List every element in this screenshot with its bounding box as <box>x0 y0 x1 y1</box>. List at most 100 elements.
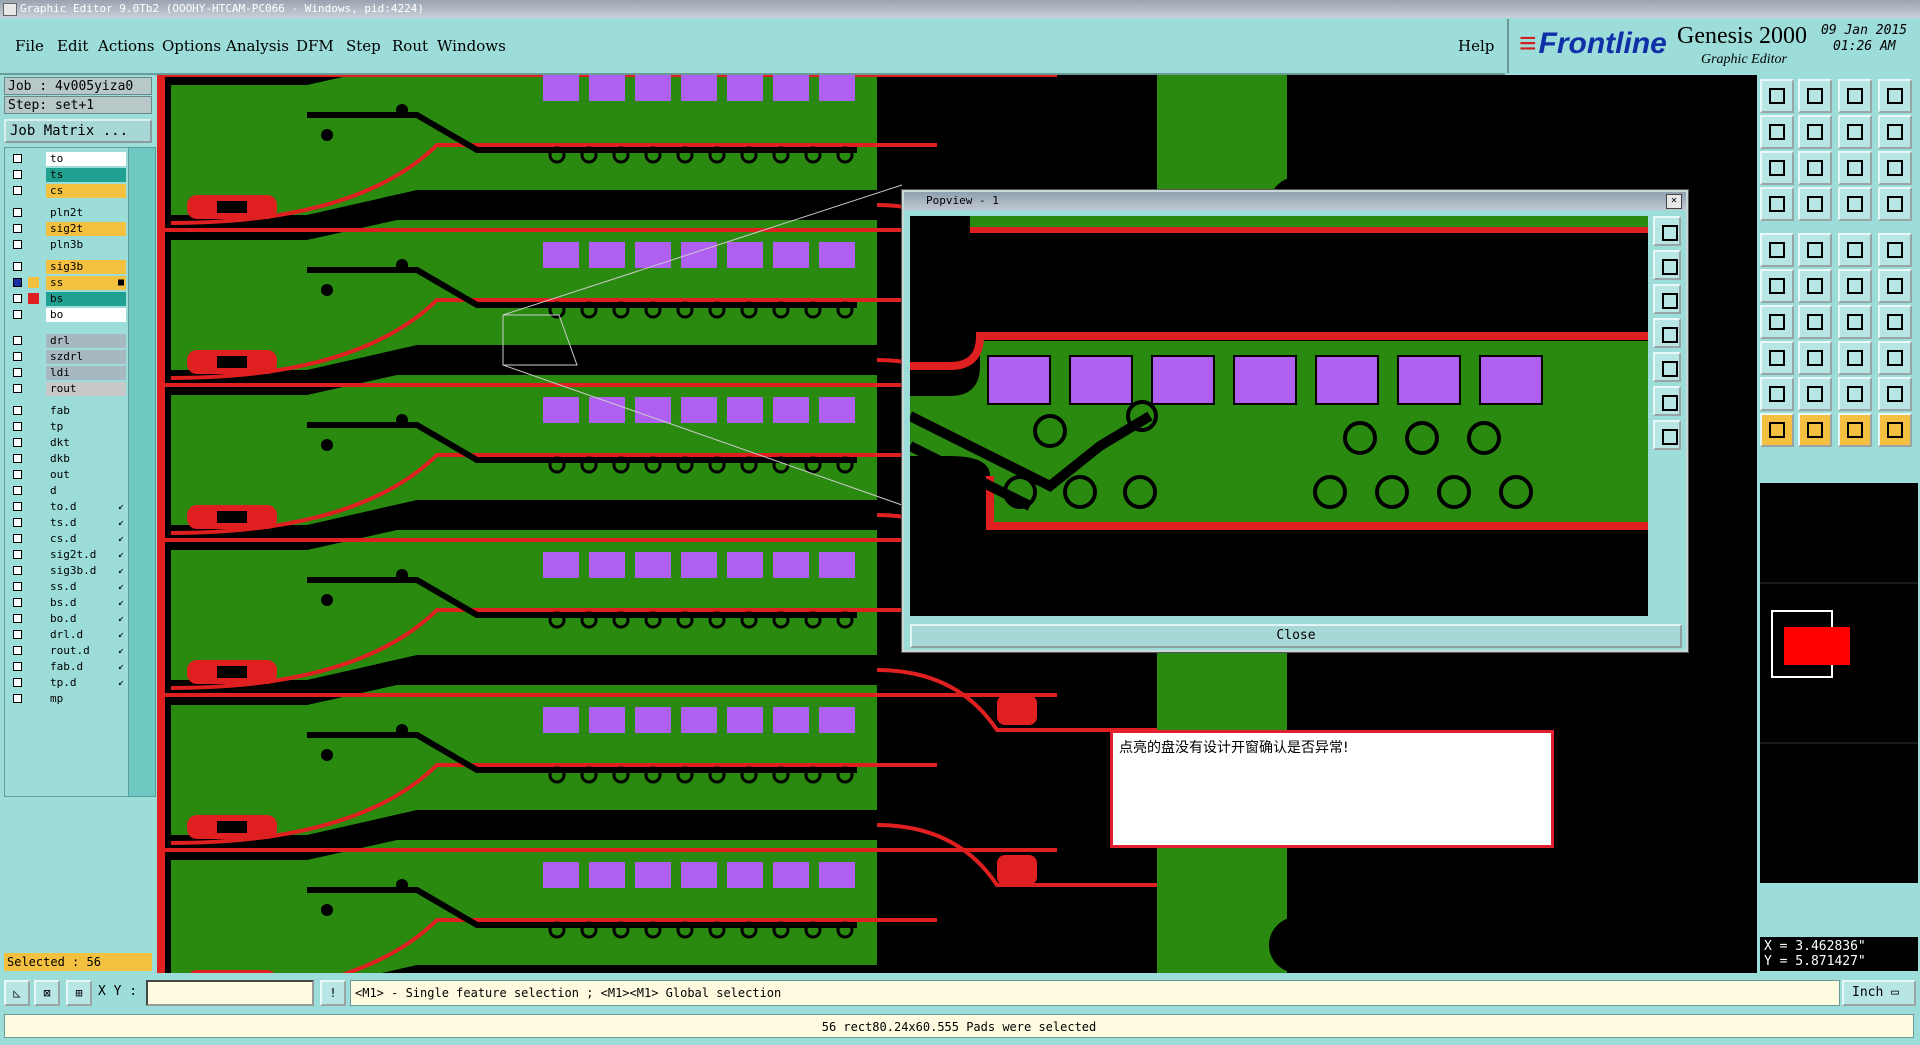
layer-checkbox[interactable] <box>13 240 22 249</box>
pointer-icon[interactable] <box>1798 413 1832 447</box>
open-icon[interactable] <box>1760 79 1794 113</box>
pan-right-icon[interactable] <box>1798 115 1832 149</box>
grid-icon[interactable]: ⊞ <box>66 980 92 1006</box>
draw-mode-icon[interactable]: ◺ <box>4 980 30 1006</box>
layer-checkbox[interactable] <box>13 662 22 671</box>
help-icon[interactable] <box>1878 151 1912 185</box>
menu-windows[interactable]: Windows <box>437 37 506 55</box>
multi-select-icon[interactable] <box>1878 413 1912 447</box>
layer-checkbox[interactable] <box>13 186 22 195</box>
layer-row-cs-d[interactable]: cs.d ↙ <box>9 532 127 546</box>
connect-icon[interactable] <box>1838 269 1872 303</box>
pan-left-icon[interactable] <box>1760 115 1794 149</box>
popview-move-icon[interactable] <box>1653 420 1681 450</box>
popview-pan-right-icon[interactable] <box>1653 352 1681 382</box>
polygon-icon[interactable] <box>1838 377 1872 411</box>
layer-row-szdrl[interactable]: szdrl <box>9 350 127 364</box>
group-icon[interactable] <box>1878 341 1912 375</box>
menu-help[interactable]: Help <box>1458 37 1494 55</box>
layer-name[interactable]: ts <box>46 168 126 182</box>
layer-name[interactable]: ts.d ↙ <box>46 516 126 530</box>
delete-icon[interactable] <box>1798 341 1832 375</box>
layer-name[interactable]: tp.d ↙ <box>46 676 126 690</box>
layer-checkbox[interactable] <box>13 502 22 511</box>
layer-row-ts-d[interactable]: ts.d ↙ <box>9 516 127 530</box>
layer-name[interactable]: ldi <box>46 366 126 380</box>
layer-name[interactable]: fab <box>46 404 126 418</box>
layer-checkbox[interactable] <box>13 598 22 607</box>
layer-row-sig2t-d[interactable]: sig2t.d ↙ <box>9 548 127 562</box>
layer-row-bs[interactable]: bs <box>9 292 127 306</box>
menu-actions[interactable]: Actions <box>98 37 154 55</box>
info-icon[interactable]: ! <box>320 980 346 1006</box>
layer-checkbox[interactable] <box>13 454 22 463</box>
layer-row-ss[interactable]: ss ■ <box>9 276 127 290</box>
layer-name[interactable]: pln3b <box>46 238 126 252</box>
layer-name[interactable]: sig3b.d ↙ <box>46 564 126 578</box>
layer-name[interactable]: tp <box>46 420 126 434</box>
layer-checkbox[interactable] <box>13 470 22 479</box>
menu-analysis[interactable]: Analysis <box>226 37 289 55</box>
layer-row-mp[interactable]: mp <box>9 692 127 706</box>
shape-icon[interactable] <box>1878 377 1912 411</box>
layer-checkbox[interactable] <box>13 614 22 623</box>
layer-name[interactable]: out <box>46 468 126 482</box>
cross-icon[interactable] <box>1798 269 1832 303</box>
layer-name[interactable]: dkt <box>46 436 126 450</box>
grid-tool-icon[interactable] <box>1798 187 1832 221</box>
circle-tool-icon[interactable] <box>1878 233 1912 267</box>
layer-row-tp-d[interactable]: tp.d ↙ <box>9 676 127 690</box>
mirror-icon[interactable] <box>1878 305 1912 339</box>
angle-icon[interactable] <box>1760 305 1794 339</box>
layer-row-bs-d[interactable]: bs.d ↙ <box>9 596 127 610</box>
copy-icon[interactable] <box>1760 341 1794 375</box>
layer-checkbox[interactable] <box>13 154 22 163</box>
layer-row-fab-d[interactable]: fab.d ↙ <box>9 660 127 674</box>
layer-checkbox[interactable] <box>13 630 22 639</box>
fit-icon[interactable] <box>1760 151 1794 185</box>
net-icon[interactable] <box>1760 269 1794 303</box>
menu-dfm[interactable]: DFM <box>296 37 334 55</box>
layer-row-bo[interactable]: bo <box>9 308 127 322</box>
layer-name[interactable]: fab.d ↙ <box>46 660 126 674</box>
pad-icon[interactable] <box>1760 233 1794 267</box>
layer-name[interactable]: sig3b <box>46 260 126 274</box>
layer-name[interactable]: sig2t <box>46 222 126 236</box>
layer-name[interactable]: bs <box>46 292 126 306</box>
arc-icon[interactable] <box>1878 269 1912 303</box>
layer-row-ts[interactable]: ts <box>9 168 127 182</box>
layer-checkbox[interactable] <box>13 486 22 495</box>
menu-file[interactable]: File <box>15 37 44 55</box>
layer-name[interactable]: ss.d ↙ <box>46 580 126 594</box>
layer-row-sig2t[interactable]: sig2t <box>9 222 127 236</box>
layer-checkbox[interactable] <box>13 566 22 575</box>
layer-checkbox[interactable] <box>13 384 22 393</box>
center-icon[interactable] <box>1798 151 1832 185</box>
layer-row-pln2t[interactable]: pln2t <box>9 206 127 220</box>
layer-row-cs[interactable]: cs <box>9 184 127 198</box>
popview-zoom-in-icon[interactable] <box>1653 250 1681 280</box>
window-icon[interactable] <box>1878 79 1912 113</box>
menu-rout[interactable]: Rout <box>392 37 428 55</box>
layer-checkbox[interactable] <box>13 294 22 303</box>
layer-checkbox[interactable] <box>13 310 22 319</box>
layer-name[interactable]: pln2t <box>46 206 126 220</box>
scale-icon[interactable] <box>1838 151 1872 185</box>
menu-options[interactable]: Options <box>162 37 221 55</box>
edit-line-icon[interactable] <box>1798 305 1832 339</box>
layer-name[interactable]: d <box>46 484 126 498</box>
units-dropdown[interactable]: Inch ▭ <box>1842 980 1916 1006</box>
save-icon[interactable] <box>1798 79 1832 113</box>
layer-checkbox[interactable] <box>13 582 22 591</box>
layer-row-dkb[interactable]: dkb <box>9 452 127 466</box>
layer-checkbox[interactable] <box>13 646 22 655</box>
popview-zoom-home-icon[interactable] <box>1653 216 1681 246</box>
popview-zoom-out-icon[interactable] <box>1653 284 1681 314</box>
zoom-icon[interactable] <box>1838 115 1872 149</box>
layer-row-ss-d[interactable]: ss.d ↙ <box>9 580 127 594</box>
layer-name[interactable]: mp <box>46 692 126 706</box>
select-area-icon[interactable] <box>1798 233 1832 267</box>
layer-name[interactable]: bo <box>46 308 126 322</box>
overview-map[interactable] <box>1760 483 1918 883</box>
popview-title-bar[interactable]: Popview - 1 ✕ <box>904 192 1686 210</box>
